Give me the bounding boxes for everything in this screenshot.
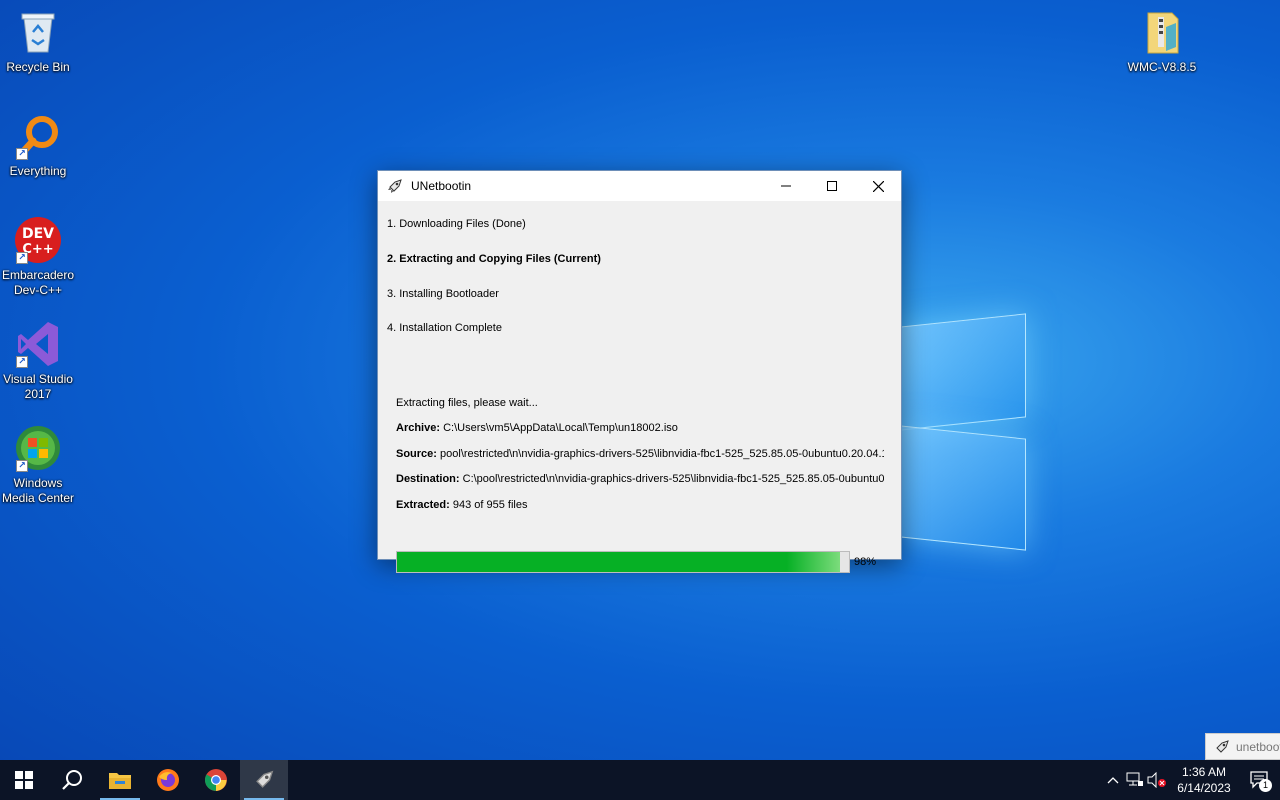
everything-search-icon: ↗ [14,112,62,160]
maximize-button[interactable] [809,171,855,201]
firefox-icon [157,769,179,791]
extracted-line: Extracted: 943 of 955 files [396,499,884,511]
clock-time: 1:36 AM [1181,765,1227,779]
source-line: Source: pool\restricted\n\nvidia-graphic… [396,448,884,460]
taskbar: 1:36 AM 6/14/2023 1 [0,760,1280,800]
taskbar-file-explorer[interactable] [96,760,144,800]
action-center-button[interactable]: 1 [1240,760,1280,800]
extracted-value: 943 of 955 files [452,499,528,511]
desktop-icon-recycle-bin[interactable]: Recycle Bin [0,8,76,75]
preview-label: unetbootin [1236,739,1280,754]
shortcut-arrow-icon: ↗ [16,356,28,368]
desktop-icon-label: Embarcadero Dev-C++ [1,268,75,297]
desktop-icon-windows-media-center[interactable]: ↗ Windows Media Center [0,424,76,506]
unetbootin-window: UNetbootin 1. Downloading Files (Done) 2… [377,170,902,573]
source-value: pool\restricted\n\nvidia-graphics-driver… [440,448,884,460]
taskbar-clock[interactable]: 1:36 AM 6/14/2023 [1168,764,1240,796]
desktop-icon-label: WMC-V8.8.5 [1127,60,1197,74]
recycle-bin-icon [14,8,62,56]
minimize-icon [781,185,791,187]
start-button[interactable] [0,760,48,800]
taskbar-firefox[interactable] [144,760,192,800]
visual-studio-icon: ↗ [14,320,62,368]
svg-text:DEV: DEV [22,226,54,242]
notification-count-badge: 1 [1259,779,1272,792]
desktop-icon-label: Recycle Bin [6,60,70,74]
destination-line: Destination: C:\pool\restricted\n\nvidia… [396,473,884,485]
desktop-icon-devcpp[interactable]: DEV C++ ↗ Embarcadero Dev-C++ [0,216,76,298]
windows-media-center-icon: ↗ [14,424,62,472]
extracted-label: Extracted: [396,499,450,511]
shortcut-arrow-icon: ↗ [16,148,28,160]
system-tray: 1:36 AM 6/14/2023 1 [1102,760,1280,800]
step-extracting: 2. Extracting and Copying Files (Current… [387,253,601,265]
rocket-icon [388,179,402,193]
zip-folder-icon [1138,8,1186,56]
desktop-icon-everything[interactable]: ↗ Everything [0,112,76,179]
wallpaper-logo-pane-bottom [900,425,1026,551]
shortcut-arrow-icon: ↗ [16,252,28,264]
maximize-icon [827,181,837,191]
window-titlebar[interactable]: UNetbootin [378,171,901,201]
minimize-button[interactable] [763,171,809,201]
step-downloading: 1. Downloading Files (Done) [387,218,526,230]
search-button[interactable] [48,760,96,800]
step-complete: 4. Installation Complete [387,322,502,334]
chevron-up-icon [1107,777,1119,784]
desktop-icon-label: Visual Studio 2017 [3,372,73,401]
show-hidden-icons-button[interactable] [1102,760,1124,800]
network-icon [1126,772,1143,786]
status-text: Extracting files, please wait... [396,397,538,409]
progress-bar [396,551,850,573]
wallpaper-logo-pane-top [900,313,1026,431]
taskbar-chrome[interactable] [192,760,240,800]
destination-label: Destination: [396,473,460,485]
desktop-icon-label: Everything [9,164,67,178]
window-content: 1. Downloading Files (Done) 2. Extractin… [378,201,901,573]
archive-label: Archive: [396,422,441,434]
step-bootloader: 3. Installing Bootloader [387,288,499,300]
network-tray-button[interactable] [1124,760,1146,800]
close-icon [872,180,884,192]
desktop-icon-visual-studio[interactable]: ↗ Visual Studio 2017 [0,320,76,402]
taskbar-preview[interactable]: unetbootin [1205,733,1280,760]
chrome-icon [205,769,227,791]
archive-value: C:\Users\vm5\AppData\Local\Temp\un18002.… [443,422,678,434]
shortcut-arrow-icon: ↗ [16,460,28,472]
desktop-icon-wmc-folder[interactable]: WMC-V8.8.5 [1124,8,1200,75]
devcpp-icon: DEV C++ ↗ [14,216,62,264]
destination-value: C:\pool\restricted\n\nvidia-graphics-dri… [462,473,884,485]
source-label: Source: [396,448,437,460]
progress-percent: 98% [854,556,877,568]
rocket-icon [256,770,274,788]
volume-muted-icon [1147,772,1166,788]
rocket-icon [1216,739,1229,753]
search-icon [62,770,82,790]
taskbar-unetbootin[interactable] [240,760,288,800]
desktop-icon-label: Windows Media Center [1,476,75,505]
window-title: UNetbootin [411,179,472,193]
close-button[interactable] [855,171,901,201]
folder-icon [109,773,131,789]
progress-fill [397,552,840,572]
archive-line: Archive: C:\Users\vm5\AppData\Local\Temp… [396,422,884,434]
windows-logo-icon [15,771,33,789]
clock-date: 6/14/2023 [1177,781,1231,795]
volume-tray-button[interactable] [1146,760,1168,800]
